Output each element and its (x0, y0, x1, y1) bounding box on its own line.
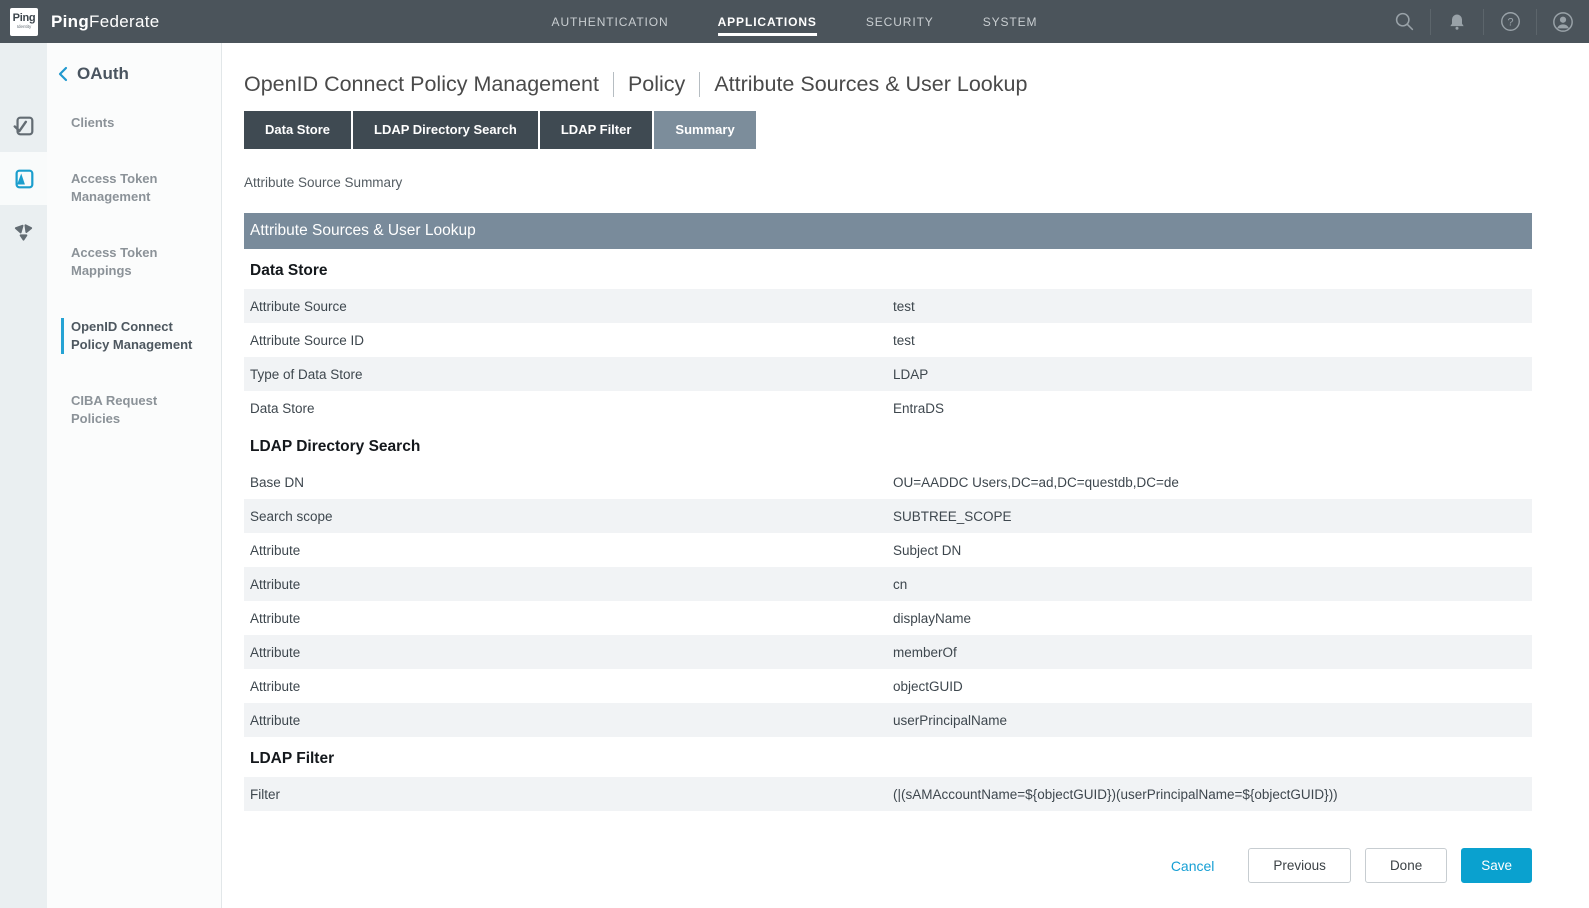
sidebar-item-access-token-management[interactable]: Access Token Management (71, 170, 221, 206)
sidebar-item-access-token-mappings[interactable]: Access Token Mappings (71, 244, 221, 280)
user-icon[interactable] (1537, 0, 1589, 43)
check-square-icon[interactable] (0, 99, 47, 152)
row-value: memberOf (893, 645, 1532, 660)
row-label: Attribute (244, 543, 893, 558)
shield-cluster-icon[interactable] (0, 205, 47, 258)
page-title: OpenID Connect Policy Management Policy At… (244, 72, 1532, 97)
row-label: Search scope (244, 509, 893, 524)
row-value: test (893, 333, 1532, 348)
tab-ldap-filter[interactable]: LDAP Filter (540, 111, 653, 149)
breadcrumb-part: Policy (628, 72, 685, 97)
table-row: Base DNOU=AADDC Users,DC=ad,DC=questdb,D… (244, 465, 1532, 499)
row-value: displayName (893, 611, 1532, 626)
ping-logo: Ping Identity (10, 8, 38, 36)
row-label: Attribute (244, 645, 893, 660)
row-label: Base DN (244, 475, 893, 490)
row-value: objectGUID (893, 679, 1532, 694)
table-row: AttributememberOf (244, 635, 1532, 669)
row-label: Attribute (244, 577, 893, 592)
summary-label: Attribute Source Summary (244, 175, 1532, 190)
back-to-oauth[interactable]: OAuth (57, 64, 221, 84)
footer-actions: Cancel Previous Done Save (244, 848, 1532, 883)
row-value: Subject DN (893, 543, 1532, 558)
table-row: Attributecn (244, 567, 1532, 601)
brand[interactable]: Ping Identity PingFederate (10, 0, 159, 43)
row-label: Type of Data Store (244, 367, 893, 382)
breadcrumb-part: Attribute Sources & User Lookup (714, 72, 1027, 97)
topbar-utilities: ? (1378, 0, 1589, 43)
table-header: Attribute Sources & User Lookup (244, 213, 1532, 249)
ping-logo-subtext: Identity (17, 25, 32, 30)
done-button[interactable]: Done (1365, 848, 1447, 883)
row-label: Filter (244, 787, 893, 802)
row-value: (|(sAMAccountName=${objectGUID})(userPri… (893, 787, 1532, 802)
section-heading-ldap-filter: LDAP Filter (244, 737, 1532, 777)
tab-bar: Data StoreLDAP Directory SearchLDAP Filt… (244, 111, 1532, 149)
table-row: Attribute Source IDtest (244, 323, 1532, 357)
table-row: Data StoreEntraDS (244, 391, 1532, 425)
row-value: cn (893, 577, 1532, 592)
row-value: OU=AADDC Users,DC=ad,DC=questdb,DC=de (893, 475, 1532, 490)
nav-applications[interactable]: APPLICATIONS (718, 11, 817, 33)
row-value: userPrincipalName (893, 713, 1532, 728)
row-label: Attribute Source (244, 299, 893, 314)
nav-system[interactable]: SYSTEM (983, 11, 1038, 33)
tab-summary[interactable]: Summary (654, 111, 755, 149)
table-row: AttributedisplayName (244, 601, 1532, 635)
breadcrumb-divider (699, 72, 700, 97)
sidebar-item-clients[interactable]: Clients (71, 114, 221, 132)
table-row: AttributeobjectGUID (244, 669, 1532, 703)
sidebar-items: Clients Access Token Management Access Tok… (71, 114, 221, 428)
table-row: Search scopeSUBTREE_SCOPE (244, 499, 1532, 533)
tab-ldap-directory-search[interactable]: LDAP Directory Search (353, 111, 538, 149)
icon-rail (0, 43, 47, 908)
row-label: Attribute Source ID (244, 333, 893, 348)
row-value: test (893, 299, 1532, 314)
cancel-link[interactable]: Cancel (1171, 858, 1215, 874)
summary-table-body: Data StoreAttribute SourcetestAttribute … (244, 249, 1532, 811)
product-name: PingFederate (51, 12, 159, 32)
help-icon[interactable]: ? (1484, 0, 1536, 43)
previous-button[interactable]: Previous (1248, 848, 1351, 883)
oauth-label: OAuth (77, 64, 129, 84)
svg-text:?: ? (1507, 16, 1513, 28)
row-value: LDAP (893, 367, 1532, 382)
nav-security[interactable]: SECURITY (866, 11, 934, 33)
table-row: Attribute Sourcetest (244, 289, 1532, 323)
sidebar-item-openid-connect-policy-management[interactable]: OpenID Connect Policy Management (61, 318, 221, 354)
row-label: Attribute (244, 611, 893, 626)
table-row: Type of Data StoreLDAP (244, 357, 1532, 391)
sidebar-item-ciba-request-policies[interactable]: CIBA Request Policies (71, 392, 221, 428)
table-row: AttributeSubject DN (244, 533, 1532, 567)
table-row: AttributeuserPrincipalName (244, 703, 1532, 737)
section-heading-data-store: Data Store (244, 249, 1532, 289)
row-value: EntraDS (893, 401, 1532, 416)
breadcrumb-part: OpenID Connect Policy Management (244, 72, 599, 97)
section-heading-ldap-directory-search: LDAP Directory Search (244, 425, 1532, 465)
row-label: Data Store (244, 401, 893, 416)
row-label: Attribute (244, 679, 893, 694)
tab-data-store[interactable]: Data Store (244, 111, 351, 149)
main-content: OpenID Connect Policy Management Policy At… (222, 43, 1589, 908)
summary-table: Attribute Sources & User Lookup Data Sto… (244, 213, 1532, 811)
search-icon[interactable] (1378, 0, 1430, 43)
chevron-left-icon (57, 66, 68, 82)
nav-authentication[interactable]: AUTHENTICATION (552, 11, 669, 33)
sidebar-content: OAuth Clients Access Token Management Acce… (47, 43, 221, 908)
table-row: Filter(|(sAMAccountName=${objectGUID})(u… (244, 777, 1532, 811)
top-navigation-bar: Ping Identity PingFederate AUTHENTICATIO… (0, 0, 1589, 43)
ping-logo-text: Ping (13, 13, 36, 24)
bookmark-square-icon[interactable] (0, 152, 47, 205)
breadcrumb-divider (613, 72, 614, 97)
row-value: SUBTREE_SCOPE (893, 509, 1532, 524)
sidebar: OAuth Clients Access Token Management Acce… (0, 43, 222, 908)
row-label: Attribute (244, 713, 893, 728)
save-button[interactable]: Save (1461, 848, 1532, 883)
primary-nav: AUTHENTICATION APPLICATIONS SECURITY SYSTEM (552, 0, 1038, 43)
bell-icon[interactable] (1431, 0, 1483, 43)
